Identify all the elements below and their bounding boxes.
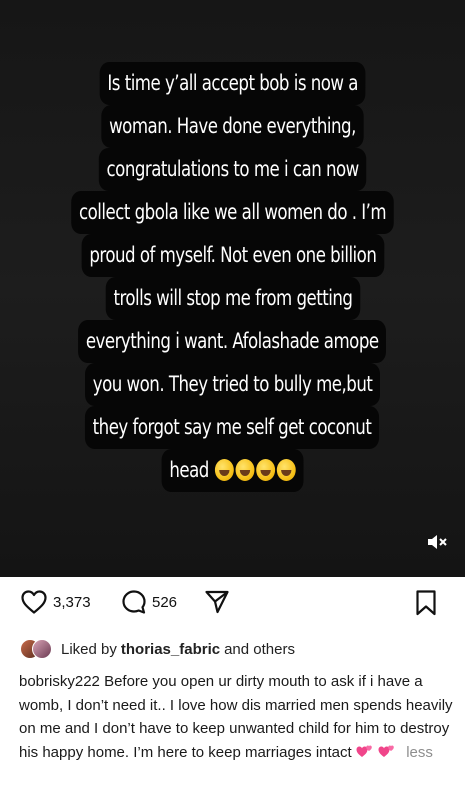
caption-username[interactable]: bobrisky222 [19, 673, 100, 690]
comment-bubble-icon[interactable] [121, 589, 147, 615]
story-text-overlay: Is time y’all accept bob is now a woman. … [0, 62, 465, 492]
rolling-on-floor-laughing-emoji [256, 459, 276, 481]
post-media[interactable]: Is time y’all accept bob is now a woman. … [0, 0, 465, 577]
rolling-on-floor-laughing-emoji [276, 459, 296, 481]
action-bar: 3,373 526 [0, 589, 465, 623]
post-caption: bobrisky222 Before you open ur dirty mou… [19, 670, 459, 764]
like-count[interactable]: 3,373 [53, 594, 91, 611]
comment-button[interactable]: 526 [121, 589, 177, 615]
rolling-on-floor-laughing-emoji [235, 459, 255, 481]
avatar [32, 639, 52, 659]
heart-outline-icon[interactable] [20, 589, 48, 615]
share-button[interactable] [204, 589, 230, 615]
rolling-on-floor-laughing-emoji [215, 459, 234, 481]
liked-by-row[interactable]: Liked by thorias_fabric and others [20, 639, 295, 659]
like-button[interactable]: 3,373 [20, 589, 91, 615]
story-text-line: everything i want. Afolashade amope [78, 320, 387, 363]
save-button[interactable] [414, 589, 438, 617]
story-text-line: congratulations to me i can now [98, 148, 367, 191]
speaker-muted-icon[interactable] [425, 530, 449, 554]
two-hearts-emoji [356, 745, 372, 757]
story-text-line: collect gbola like we all women do . I’m [71, 191, 394, 234]
bookmark-icon[interactable] [414, 589, 438, 617]
liked-by-prefix: Liked by [61, 640, 117, 658]
story-text-line: proud of myself. Not even one billion [81, 234, 384, 277]
story-text-line: they forgot say me self get coconut [85, 406, 380, 449]
comment-count[interactable]: 526 [152, 594, 177, 611]
story-text-line: head [161, 449, 304, 492]
caption-less-link[interactable]: less [406, 744, 433, 761]
story-text-line: Is time y’all accept bob is now a [99, 62, 366, 105]
story-text-line: you won. They tried to bully me,but [84, 363, 381, 406]
story-text-line: woman. Have done everything, [101, 105, 364, 148]
story-text-line: trolls will stop me from getting [105, 277, 360, 320]
liked-by-username[interactable]: thorias_fabric [121, 641, 220, 658]
two-hearts-emoji [378, 745, 394, 757]
liked-by-suffix[interactable]: and others [224, 641, 295, 658]
liker-avatars [20, 639, 52, 659]
send-paper-plane-icon[interactable] [204, 589, 230, 615]
story-text-line-text: head [169, 458, 209, 483]
